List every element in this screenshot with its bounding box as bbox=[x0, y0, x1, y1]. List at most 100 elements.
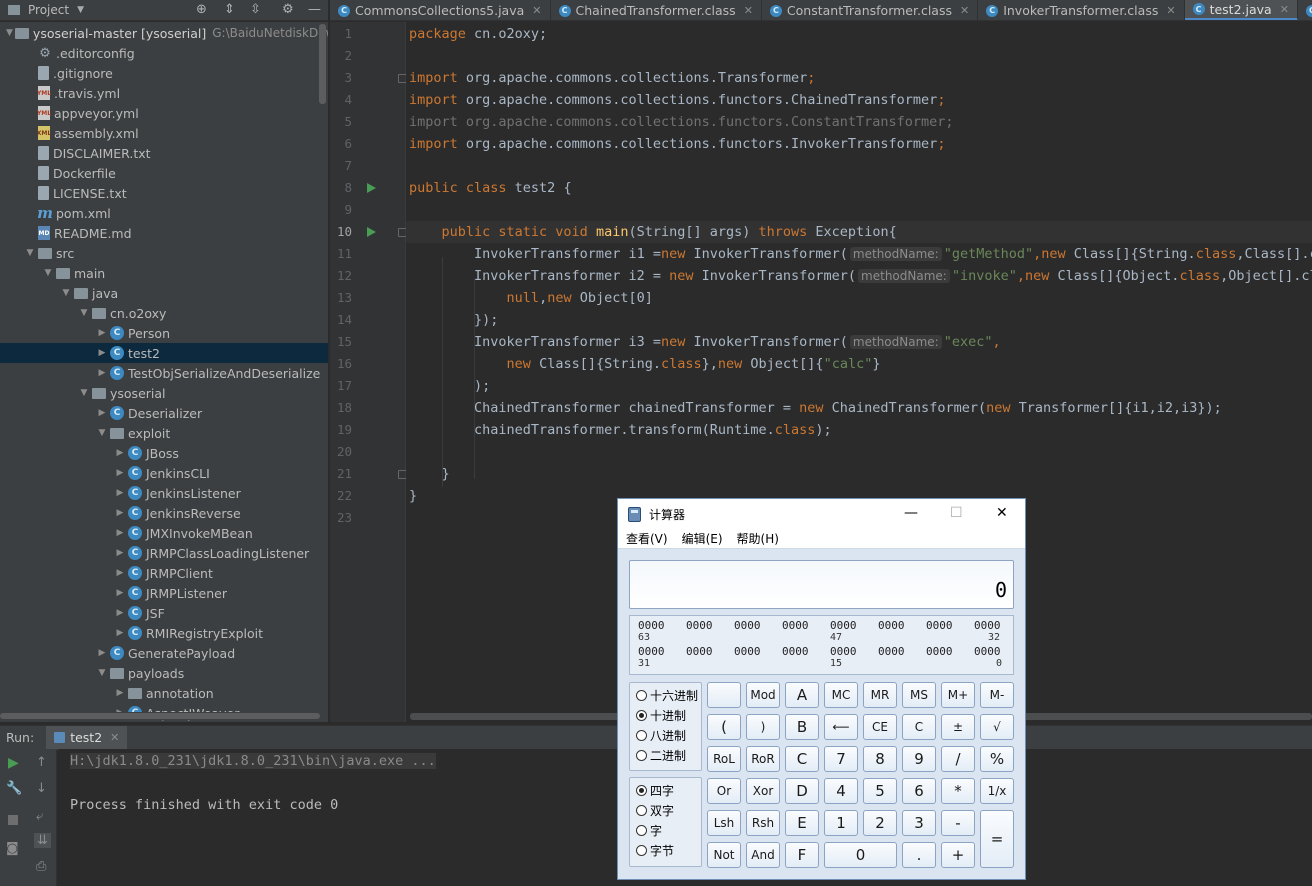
radio-circle-icon[interactable] bbox=[636, 825, 647, 836]
calc-button-F[interactable]: F bbox=[785, 842, 819, 868]
tree-item[interactable]: ▶ C JenkinsListener bbox=[0, 483, 328, 503]
calc-button-And[interactable]: And bbox=[746, 842, 780, 868]
tree-item[interactable]: ▼ main bbox=[0, 263, 328, 283]
code-line[interactable]: package cn.o2oxy; bbox=[406, 23, 547, 45]
tree-item[interactable]: ▼ java bbox=[0, 283, 328, 303]
calc-button-([interactable]: ( bbox=[707, 714, 741, 740]
calc-button-8[interactable]: 8 bbox=[863, 746, 897, 772]
chevron-down-icon[interactable]: ▼ bbox=[60, 288, 72, 298]
down-icon[interactable]: ↓ bbox=[36, 781, 47, 796]
close-icon[interactable]: ✕ bbox=[960, 4, 969, 17]
editor-tab[interactable]: C CommonsCollections5.java ✕ bbox=[330, 0, 551, 20]
calc-button-√[interactable]: √ bbox=[980, 714, 1014, 740]
calc-button-RoL[interactable]: RoL bbox=[707, 746, 741, 772]
radio-circle-icon[interactable] bbox=[636, 805, 647, 816]
close-icon[interactable]: ✕ bbox=[1280, 3, 1289, 16]
code-line[interactable] bbox=[406, 155, 409, 177]
close-icon[interactable]: ✕ bbox=[1166, 4, 1175, 17]
chevron-right-icon[interactable]: ▶ bbox=[114, 488, 126, 498]
code-line[interactable] bbox=[406, 507, 409, 529]
calc-button-3[interactable]: 3 bbox=[902, 810, 936, 836]
chevron-down-icon[interactable]: ▼ bbox=[78, 308, 90, 318]
minimize-icon[interactable]: — bbox=[904, 505, 918, 521]
tree-item[interactable]: MD README.md bbox=[0, 223, 328, 243]
tree-item[interactable]: ▶ C JBoss bbox=[0, 443, 328, 463]
run-gutter-icon[interactable] bbox=[367, 183, 376, 193]
tree-item[interactable]: ▶ C JenkinsReverse bbox=[0, 503, 328, 523]
radio-word_size[interactable]: 字节 bbox=[636, 842, 702, 859]
radio-circle-icon[interactable] bbox=[636, 710, 647, 721]
tree-item[interactable]: ▶ C JRMPListener bbox=[0, 583, 328, 603]
code-line[interactable]: ); bbox=[406, 375, 490, 397]
code-line[interactable]: ChainedTransformer chainedTransformer = … bbox=[406, 397, 1222, 419]
tree-item[interactable]: m pom.xml bbox=[0, 203, 328, 223]
calc-button-+[interactable]: + bbox=[941, 842, 975, 868]
radio-radix[interactable]: 十六进制 bbox=[636, 687, 702, 704]
code-line[interactable]: InvokerTransformer i3 =new InvokerTransf… bbox=[406, 331, 1001, 353]
tree-item[interactable]: ▶ C JenkinsCLI bbox=[0, 463, 328, 483]
radio-radix[interactable]: 八进制 bbox=[636, 727, 702, 744]
tree-item[interactable]: ▶ Ctest2 bbox=[0, 343, 328, 363]
radio-circle-icon[interactable] bbox=[636, 845, 647, 856]
wrench-icon[interactable]: 🔧 bbox=[6, 781, 22, 796]
tree-item[interactable]: Dockerfile bbox=[0, 163, 328, 183]
close-icon[interactable]: ✕ bbox=[532, 4, 541, 17]
code-line[interactable] bbox=[406, 45, 409, 67]
chevron-right-icon[interactable]: ▶ bbox=[96, 408, 108, 418]
calc-menu-item[interactable]: 查看(V) bbox=[626, 530, 668, 547]
radio-circle-icon[interactable] bbox=[636, 750, 647, 761]
chevron-right-icon[interactable]: ▶ bbox=[114, 608, 126, 618]
calc-button-/[interactable]: / bbox=[941, 746, 975, 772]
code-line[interactable]: }); bbox=[406, 309, 498, 331]
code-line[interactable] bbox=[406, 199, 409, 221]
run-tab-test2[interactable]: test2 ✕ bbox=[46, 725, 128, 750]
editor-tab[interactable]: C InvokerTransformer.class ✕ bbox=[978, 0, 1185, 20]
code-line[interactable]: import org.apache.commons.collections.fu… bbox=[406, 133, 945, 155]
calc-button-7[interactable]: 7 bbox=[824, 746, 858, 772]
radio-circle-icon[interactable] bbox=[636, 785, 647, 796]
editor-tab[interactable]: C ConstantTransformer.class ✕ bbox=[762, 0, 979, 20]
project-panel-title[interactable]: Project bbox=[28, 3, 69, 17]
calc-button-D[interactable]: D bbox=[785, 778, 819, 804]
calc-button-Xor[interactable]: Xor bbox=[746, 778, 780, 804]
expand-all-icon[interactable]: ⇕ bbox=[224, 2, 235, 17]
tree-item[interactable]: YML appveyor.yml bbox=[0, 103, 328, 123]
calc-button-MR[interactable]: MR bbox=[863, 682, 897, 708]
chevron-right-icon[interactable]: ▶ bbox=[114, 588, 126, 598]
calc-button--[interactable]: - bbox=[941, 810, 975, 836]
calc-button-M+[interactable]: M+ bbox=[941, 682, 975, 708]
radio-word_size[interactable]: 双字 bbox=[636, 802, 702, 819]
tree-item[interactable]: ▶ C JRMPClassLoadingListener bbox=[0, 543, 328, 563]
code-line[interactable]: } bbox=[406, 463, 450, 485]
tree-item[interactable]: XML assembly.xml bbox=[0, 123, 328, 143]
calc-button-Or[interactable]: Or bbox=[707, 778, 741, 804]
code-line[interactable]: null,new Object[0] bbox=[406, 287, 653, 309]
chevron-right-icon[interactable]: ▶ bbox=[114, 528, 126, 538]
tree-item[interactable]: YML .travis.yml bbox=[0, 83, 328, 103]
calculator-titlebar[interactable]: 计算器 — ☐ ✕ bbox=[618, 499, 1025, 529]
calc-button-CE[interactable]: CE bbox=[863, 714, 897, 740]
minimize-panel-icon[interactable]: — bbox=[308, 2, 321, 17]
calc-button-6[interactable]: 6 bbox=[902, 778, 936, 804]
code-line[interactable]: chainedTransformer.transform(Runtime.cla… bbox=[406, 419, 832, 441]
chevron-down-icon[interactable]: ▼ bbox=[42, 268, 54, 278]
tree-item[interactable]: ▶ C Deserializer bbox=[0, 403, 328, 423]
code-line[interactable]: public class test2 { bbox=[406, 177, 572, 199]
chevron-right-icon[interactable]: ▶ bbox=[114, 448, 126, 458]
tree-item[interactable]: ▶ C JRMPClient bbox=[0, 563, 328, 583]
chevron-right-icon[interactable]: ▶ bbox=[96, 368, 108, 378]
calc-button-.[interactable]: . bbox=[902, 842, 936, 868]
tree-item[interactable]: ▶ C Person bbox=[0, 323, 328, 343]
chevron-right-icon[interactable]: ▶ bbox=[114, 628, 126, 638]
tree-item[interactable]: ▶ C RMIRegistryExploit bbox=[0, 623, 328, 643]
calc-button-1/x[interactable]: 1/x bbox=[980, 778, 1014, 804]
tree-item[interactable]: ▶ C TestObjSerializeAndDeserialize bbox=[0, 363, 328, 383]
tree-item[interactable]: ⚙ .editorconfig bbox=[0, 43, 328, 63]
gear-icon[interactable]: ⚙ bbox=[282, 2, 294, 17]
chevron-right-icon[interactable]: ▶ bbox=[96, 648, 108, 658]
tree-scrollbar[interactable] bbox=[319, 24, 326, 104]
console-command[interactable]: H:\jdk1.8.0_231\jdk1.8.0_231\bin\java.ex… bbox=[70, 753, 436, 769]
chevron-down-icon[interactable]: ▼ bbox=[78, 388, 90, 398]
tree-horizontal-scrollbar[interactable] bbox=[0, 712, 328, 720]
editor-tab[interactable]: CCommo bbox=[1298, 0, 1312, 20]
